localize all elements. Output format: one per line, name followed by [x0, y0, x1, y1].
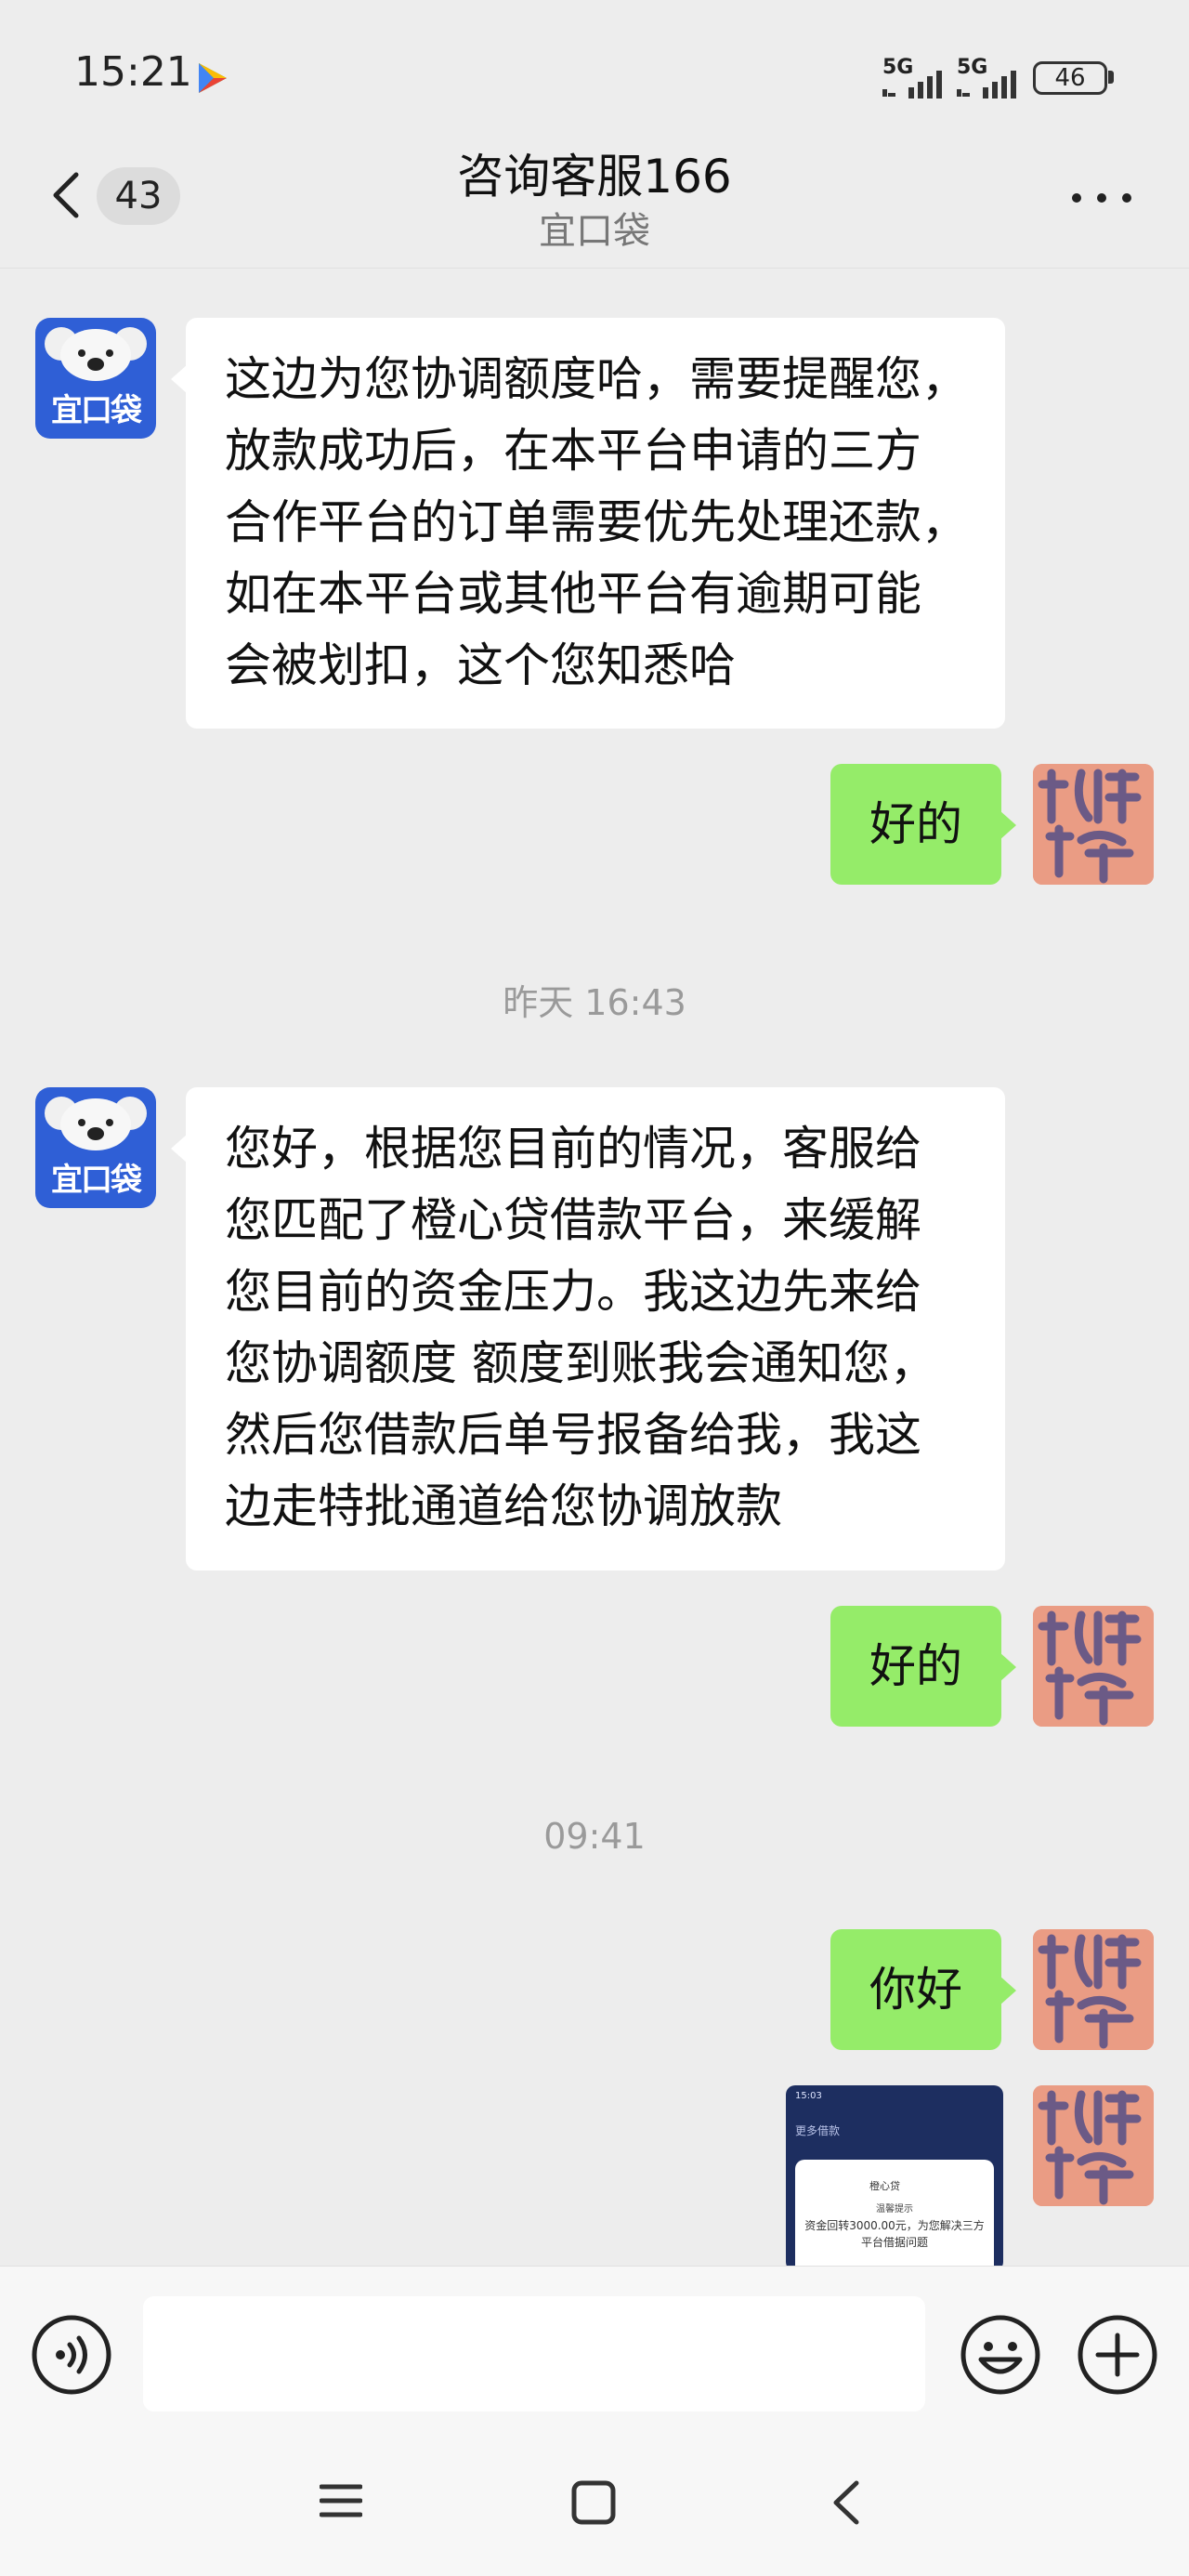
- input-bar: [0, 2266, 1189, 2433]
- chat-header: 43 咨询客服166 宜口袋: [0, 139, 1189, 269]
- user-avatar[interactable]: [1033, 764, 1154, 885]
- home-icon[interactable]: [570, 2479, 617, 2526]
- user-avatar[interactable]: [1033, 1929, 1154, 2050]
- signal-5g-1: 5G: [882, 56, 957, 99]
- signal-5g-2: 5G: [957, 56, 1031, 99]
- more-dots-icon[interactable]: [1072, 190, 1131, 208]
- back-icon[interactable]: [825, 2477, 871, 2528]
- message-bubble-user[interactable]: 好的: [830, 1606, 1016, 1727]
- image-dialog-body: 资金回转3000.00元，为您解决三方平台借据问题: [804, 2219, 985, 2249]
- play-store-icon: [199, 63, 227, 93]
- user-avatar[interactable]: [1033, 2085, 1154, 2206]
- user-avatar-art: [1033, 1606, 1154, 1727]
- user-avatar-art: [1033, 1929, 1154, 2050]
- message-list[interactable]: 宜口袋 这边为您协调额度哈，需要提醒您， 放款成功后，在本平台申请的三方 合作平…: [0, 269, 1189, 2266]
- timestamp: 09:41: [543, 1816, 646, 1857]
- voice-icon[interactable]: [30, 2313, 113, 2397]
- battery-indicator: 46: [1033, 61, 1107, 95]
- image-status-time: 15:03: [795, 2091, 822, 2101]
- image-dialog-title: 温馨提示: [876, 2204, 913, 2215]
- chevron-left-icon[interactable]: [41, 167, 97, 223]
- avatar-label: 宜口袋: [51, 1162, 142, 1199]
- avatar-label: 宜口袋: [51, 392, 142, 429]
- image-dialog-card: 橙心贷 温馨提示 资金回转3000.00元，为您解决三方平台借据问题: [795, 2160, 994, 2266]
- timestamp: 昨天 16:43: [503, 982, 686, 1023]
- plus-icon[interactable]: [1076, 2313, 1159, 2397]
- status-time: 15:21: [74, 48, 192, 96]
- message-bubble-agent[interactable]: 您好，根据您目前的情况，客服给 您匹配了橙心贷借款平台，来缓解 您目前的资金压力…: [171, 1087, 1005, 1571]
- battery-tip: [1108, 71, 1114, 84]
- agent-avatar[interactable]: 宜口袋: [35, 1087, 156, 1208]
- user-avatar-art: [1033, 764, 1154, 885]
- chat-subtitle: 宜口袋: [539, 210, 650, 253]
- system-navigation-bar: [0, 2433, 1189, 2576]
- message-input[interactable]: [143, 2296, 925, 2412]
- image-hint: 更多借款: [795, 2124, 841, 2137]
- image-message[interactable]: 15:03 更多借款 橙心贷 温馨提示 资金回转3000.00元，为您解决三方平…: [786, 2085, 1003, 2266]
- agent-avatar[interactable]: 宜口袋: [35, 318, 156, 439]
- image-brand: 橙心贷: [869, 2180, 900, 2192]
- user-avatar[interactable]: [1033, 1606, 1154, 1727]
- menu-icon[interactable]: [320, 2479, 362, 2522]
- unread-count-badge[interactable]: 43: [97, 167, 180, 225]
- message-bubble-user[interactable]: 你好: [830, 1929, 1016, 2050]
- signal-bars-icon: [882, 71, 942, 99]
- message-bubble-agent[interactable]: 这边为您协调额度哈，需要提醒您， 放款成功后，在本平台申请的三方 合作平台的订单…: [171, 318, 1005, 729]
- user-avatar-art: [1033, 2085, 1154, 2206]
- emoji-icon[interactable]: [959, 2313, 1042, 2397]
- chat-title: 咨询客服166: [457, 150, 732, 204]
- status-bar: 15:21 5G 5G 46: [0, 0, 1189, 139]
- message-bubble-user[interactable]: 好的: [830, 764, 1016, 885]
- signal-bars-icon: [957, 71, 1016, 99]
- header-divider: [0, 268, 1189, 269]
